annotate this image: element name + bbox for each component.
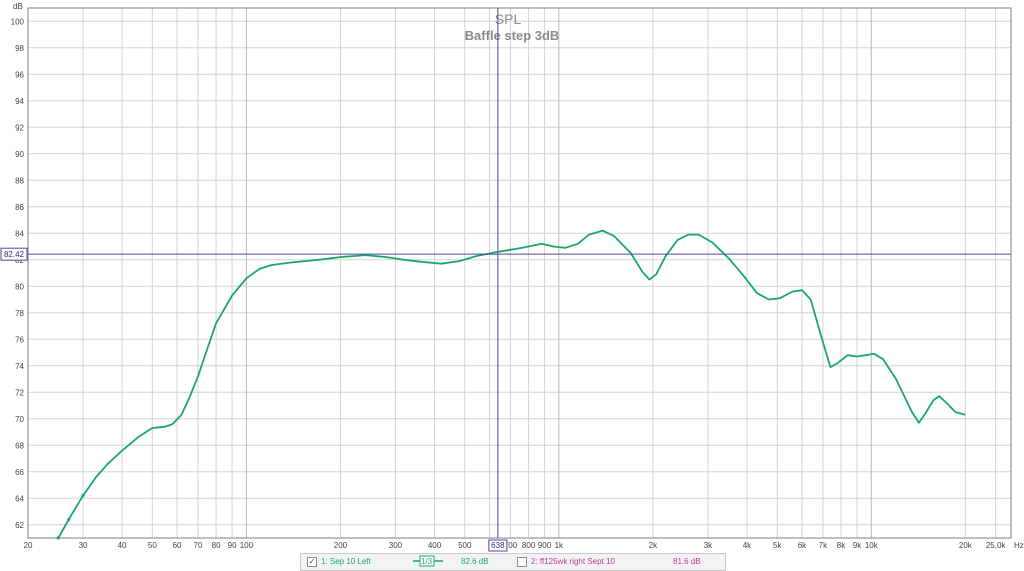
series-1-value: 82.6 dB [461,557,489,566]
legend-bar: ✓ 1: Sep 10 Left 1/3 82.6 dB 2: ff125wk … [300,553,726,571]
x-tick-label: 2k [649,541,658,550]
x-tick-label: 100 [240,541,254,550]
x-tick-label: 3k [704,541,713,550]
x-tick-label: 70 [194,541,203,550]
y-tick-label: 66 [15,468,24,477]
y-tick-label: 74 [15,362,24,371]
x-tick-label: 9k [853,541,862,550]
y-tick-label: 92 [15,123,24,132]
x-tick-label: 50 [148,541,157,550]
series-1-checkbox[interactable]: ✓ [307,557,317,567]
y-tick-label: 90 [15,150,24,159]
x-tick-label: 5k [773,541,782,550]
x-tick-label: 25.0k [986,541,1007,550]
x-tick-label: 900 [538,541,552,550]
x-tick-label: 60 [173,541,182,550]
series-point [81,494,85,498]
series-2-checkbox[interactable] [517,557,527,567]
cursor-x-readout: 638 [491,541,505,550]
y-tick-label: 70 [15,415,24,424]
y-tick-label: 96 [15,70,24,79]
x-tick-label: 6k [798,541,807,550]
series-2-label: 2: ff125wk right Sept 10 [531,557,615,566]
y-tick-label: 84 [15,229,24,238]
x-tick-label: 1k [555,541,564,550]
x-tick-label: 400 [428,541,442,550]
x-tick-label: 8k [837,541,846,550]
chart-title: SPL [495,11,522,27]
x-tick-label: 90 [228,541,237,550]
y-tick-label: 78 [15,309,24,318]
y-tick-label: 98 [15,44,24,53]
y-tick-label: 94 [15,97,24,106]
y-tick-label: 64 [15,494,24,503]
y-tick-label: 80 [15,282,24,291]
y-axis-unit: dB [13,2,23,11]
x-tick-label: 20k [959,541,973,550]
x-tick-label: 20 [24,541,33,550]
x-axis-unit: Hz [1014,541,1024,550]
y-tick-label: 68 [15,441,24,450]
x-tick-label: 500 [458,541,472,550]
x-tick-label: 800 [522,541,536,550]
series-point [67,517,71,522]
y-tick-label: 100 [11,17,25,26]
y-axis-labels: 6264666870727476788082848688909294969810… [11,17,25,530]
x-tick-label: 80 [212,541,221,550]
chart-subtitle: Baffle step 3dB [465,28,560,43]
series-2-value: 81.6 dB [673,557,701,566]
y-tick-label: 86 [15,203,24,212]
x-tick-label: 300 [389,541,403,550]
y-tick-label: 62 [15,521,24,530]
y-tick-label: 88 [15,176,24,185]
y-tick-label: 76 [15,335,24,344]
series-1-label: 1: Sep 10 Left [321,557,371,566]
x-tick-label: 4k [743,541,752,550]
series-1-smoothing[interactable]: 1/3 [421,557,432,566]
x-tick-label: 40 [118,541,127,550]
x-tick-label: 10k [865,541,879,550]
x-tick-label: 7k [819,541,828,550]
x-tick-label: 200 [334,541,348,550]
series-point [56,536,60,540]
cursor-y-readout: 82.42 [4,250,25,259]
spl-chart: 6264666870727476788082848688909294969810… [0,2,1024,552]
x-axis-labels: 20 30 40 50 60 70 80 90 100 200 300 400 500 700 800 900… [24,541,1007,550]
y-tick-label: 72 [15,388,24,397]
x-tick-label: 30 [79,541,88,550]
plot-background [28,8,1011,538]
